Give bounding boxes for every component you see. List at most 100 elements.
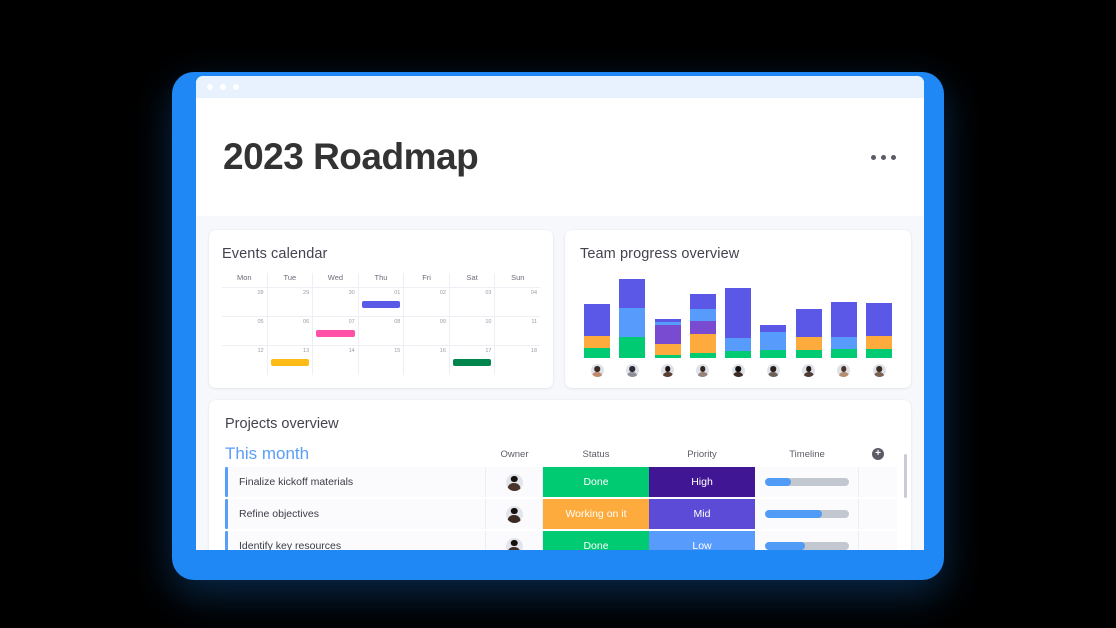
column-header-priority[interactable]: Priority [649, 449, 755, 460]
row-task-name[interactable]: Identify key resources [228, 531, 486, 550]
chart-avatar-wrap [584, 363, 610, 378]
chart-bar-segment-light_blue [725, 338, 751, 351]
ellipsis-dot [891, 154, 896, 160]
column-header-timeline[interactable]: Timeline [755, 449, 859, 460]
progress-track[interactable] [764, 478, 849, 486]
window-minimize-dot[interactable] [220, 84, 226, 90]
calendar-day-cell[interactable]: 28 [222, 288, 268, 316]
projects-table-body: Finalize kickoff materials Done High Refine… [209, 467, 911, 550]
window-close-dot[interactable] [207, 84, 213, 90]
chart-bar-column [689, 294, 716, 358]
window-maximize-dot[interactable] [233, 84, 239, 90]
calendar-day-cell[interactable]: 06 [268, 317, 314, 345]
calendar-day-cell[interactable]: 17 [450, 346, 496, 375]
calendar-day-cell[interactable]: 01 [359, 288, 405, 316]
progress-track[interactable] [764, 510, 849, 518]
row-task-name[interactable]: Refine objectives [228, 499, 486, 529]
table-row[interactable]: Identify key resources Done Low [225, 531, 897, 550]
calendar-event-bar[interactable] [270, 359, 310, 366]
calendar-event-bar[interactable] [361, 301, 401, 308]
status-badge[interactable]: Done [543, 531, 649, 550]
group-label[interactable]: This month [225, 444, 486, 464]
chart-bar-segment-orange [654, 344, 681, 355]
calendar-week-row: 28 29 30 01 02 03 04 [222, 288, 540, 317]
calendar-day-cell[interactable]: 09 [404, 317, 450, 345]
avatar[interactable] [871, 363, 887, 378]
calendar-day-cell[interactable]: 03 [450, 288, 496, 316]
avatar[interactable] [624, 363, 640, 378]
chart-bar-segment-green [654, 355, 681, 358]
avatar[interactable] [505, 473, 523, 491]
column-header-owner[interactable]: Owner [486, 449, 543, 460]
row-owner-cell[interactable] [486, 467, 543, 497]
events-calendar-card: Events calendar Mon Tue Wed Thu Fri Sat Sun 28… [209, 230, 553, 388]
row-owner-cell[interactable] [486, 531, 543, 550]
calendar-event-bar[interactable] [316, 330, 355, 337]
calendar-week-row: 05 06 07 08 09 10 11 [222, 317, 540, 346]
avatar[interactable] [730, 363, 746, 378]
calendar-day-cell[interactable]: 16 [404, 346, 450, 375]
team-progress-card: Team progress overview [565, 230, 911, 388]
avatar[interactable] [801, 363, 816, 378]
row-timeline-cell[interactable] [755, 467, 859, 497]
calendar-day-number: 17 [485, 348, 492, 354]
avatar[interactable] [589, 363, 605, 378]
chart-bar-column [725, 288, 751, 358]
events-calendar-title: Events calendar [222, 246, 328, 262]
avatar[interactable] [505, 505, 523, 523]
chart-bar-segment-green [725, 351, 751, 358]
calendar-day-cell[interactable]: 02 [404, 288, 450, 316]
avatar[interactable] [505, 537, 523, 550]
calendar-day-cell[interactable]: 14 [313, 346, 359, 375]
calendar-day-cell[interactable]: 11 [495, 317, 540, 345]
chart-bar-stack [689, 294, 716, 358]
avatar[interactable] [695, 363, 711, 378]
chart-bar-stack [760, 325, 787, 358]
chart-avatar-wrap [725, 363, 751, 378]
calendar-day-cell[interactable]: 18 [495, 346, 540, 375]
chart-bar-segment-light_blue [689, 309, 716, 321]
table-row[interactable]: Finalize kickoff materials Done High [225, 467, 897, 497]
priority-badge[interactable]: Low [649, 531, 755, 550]
calendar-weeks: 28 29 30 01 02 03 04 05 06 07 08 09 10 11 12 13 14 15 16 17… [222, 288, 540, 375]
calendar-day-cell[interactable]: 29 [268, 288, 314, 316]
calendar-day-cell[interactable]: 05 [222, 317, 268, 345]
calendar-day-number: 15 [394, 348, 401, 354]
calendar-day-cell[interactable]: 13 [268, 346, 314, 375]
chart-bar-segment-indigo [866, 303, 892, 336]
add-column-icon[interactable]: + [872, 448, 884, 460]
calendar-day-cell[interactable]: 12 [222, 346, 268, 375]
calendar-day-number: 06 [303, 319, 310, 325]
calendar-dow-mon: Mon [222, 273, 268, 287]
calendar-day-cell[interactable]: 08 [359, 317, 405, 345]
column-header-status[interactable]: Status [543, 449, 649, 460]
status-badge[interactable]: Done [543, 467, 649, 497]
ellipsis-icon[interactable] [871, 154, 896, 160]
calendar-grid[interactable]: Mon Tue Wed Thu Fri Sat Sun 28 29 30 01 02 03 04 05 06… [222, 273, 540, 375]
avatar[interactable] [765, 363, 781, 378]
progress-track[interactable] [764, 542, 849, 550]
calendar-day-cell[interactable]: 04 [495, 288, 540, 316]
avatar[interactable] [836, 363, 852, 378]
priority-badge[interactable]: Mid [649, 499, 755, 529]
calendar-day-cell[interactable]: 15 [359, 346, 405, 375]
chart-avatar-wrap [760, 363, 786, 378]
row-task-name[interactable]: Finalize kickoff materials [228, 467, 486, 497]
status-badge[interactable]: Working on it [543, 499, 649, 529]
row-timeline-cell[interactable] [755, 499, 859, 529]
avatar[interactable] [660, 363, 675, 378]
chart-bar-stack [795, 309, 822, 358]
calendar-event-bar[interactable] [452, 359, 492, 366]
chart-bar-column [619, 279, 646, 358]
row-timeline-cell[interactable] [755, 531, 859, 550]
priority-badge[interactable]: High [649, 467, 755, 497]
table-row[interactable]: Refine objectives Working on it Mid [225, 499, 897, 529]
calendar-day-cell[interactable]: 30 [313, 288, 359, 316]
calendar-day-cell[interactable]: 10 [450, 317, 496, 345]
browser-window: 2023 Roadmap Events calendar Mon Tue Wed Th… [196, 76, 924, 550]
calendar-day-cell[interactable]: 07 [313, 317, 359, 345]
calendar-dow-thu: Thu [359, 273, 405, 287]
table-scrollbar[interactable] [904, 454, 907, 498]
chart-bar-segment-light_blue [830, 337, 857, 349]
row-owner-cell[interactable] [486, 499, 543, 529]
